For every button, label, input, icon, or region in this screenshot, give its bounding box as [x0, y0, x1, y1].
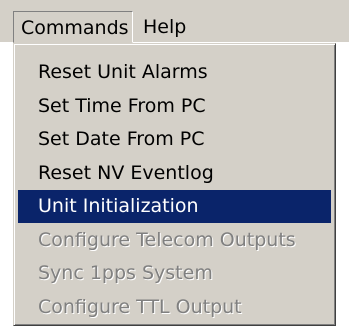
menu-item-configure-ttl-output: Configure TTL Output [38, 296, 242, 318]
menu-item-set-time-from-pc[interactable]: Set Time From PC [18, 90, 331, 123]
menu-item-sync-1pps-system: Sync 1pps System [38, 262, 213, 284]
menu-item-configure-telecom-outputs: Configure Telecom Outputs [38, 229, 296, 251]
menu-item-reset-nv-eventlog[interactable]: Reset NV Eventlog [18, 157, 331, 190]
menu-commands[interactable]: Commands [13, 11, 133, 43]
menu-help[interactable]: Help [136, 11, 200, 43]
menu-item-unit-initialization[interactable]: Unit Initialization [18, 190, 331, 223]
menu-item-reset-unit-alarms[interactable]: Reset Unit Alarms [18, 56, 331, 89]
menu-item-set-date-from-pc[interactable]: Set Date From PC [18, 123, 331, 156]
menu-bar: Commands Help [0, 0, 349, 43]
commands-dropdown-menu: Reset Unit Alarms Set Time From PC Set D… [13, 43, 336, 326]
